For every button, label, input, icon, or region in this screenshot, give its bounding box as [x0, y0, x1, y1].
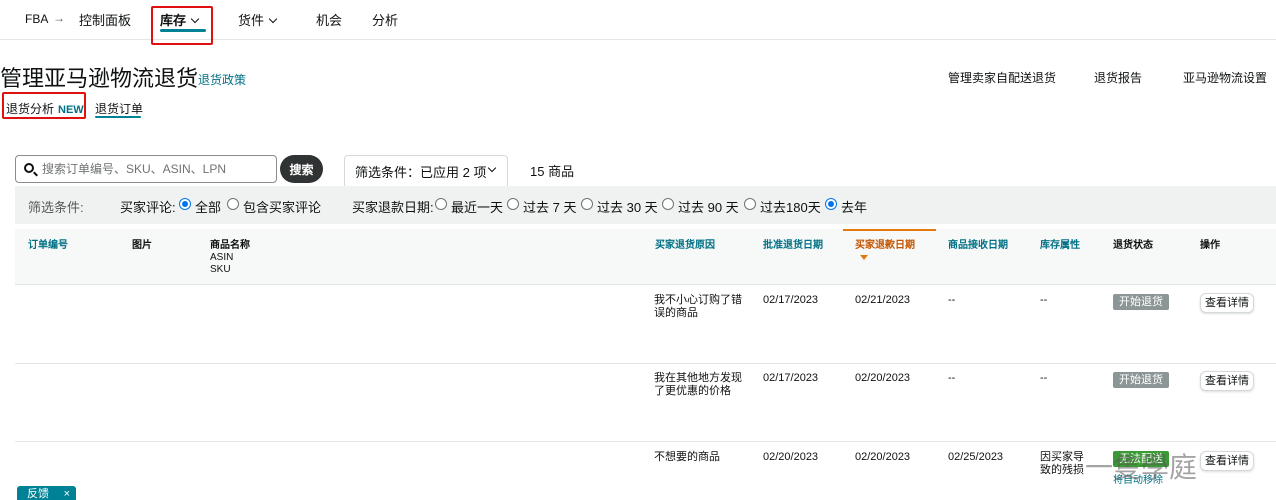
refund-date: 02/21/2023	[855, 294, 911, 306]
col-received-date[interactable]: 商品接收日期	[948, 240, 1008, 252]
table-header: 订单编号 图片 商品名称 ASIN SKU 买家退货原因 批准退货日期 买家退款…	[15, 229, 1276, 285]
return-reason: 不想要的商品	[654, 451, 720, 463]
radio-refund-180-days[interactable]	[744, 198, 756, 210]
nav-shipments-label: 货件	[238, 13, 265, 28]
status-badge: 开始退货	[1113, 372, 1169, 388]
col-action: 操作	[1200, 240, 1220, 251]
nav-analytics[interactable]: 分析	[372, 10, 398, 29]
approved-date: 02/17/2023	[763, 294, 819, 306]
refund-date: 02/20/2023	[855, 372, 911, 384]
feedback-tab[interactable]: 反馈 ×	[17, 486, 76, 500]
filter-bar-label: 筛选条件:	[28, 200, 84, 215]
inventory-attr: --	[1040, 372, 1048, 384]
fba-settings-link[interactable]: 亚马逊物流设置	[1183, 69, 1267, 86]
radio-review-all[interactable]	[179, 198, 191, 210]
item-count: 15 商品	[530, 164, 575, 179]
active-tab-underline	[95, 116, 141, 118]
return-policy-link[interactable]: 退货政策	[198, 71, 246, 88]
col-refund-date[interactable]: 买家退款日期	[855, 240, 915, 252]
nav-shipments[interactable]: 货件	[238, 10, 278, 29]
col-image: 图片	[132, 240, 152, 251]
return-reason: 我不小心订购了错误的商品	[654, 294, 742, 319]
radio-refund-7-days[interactable]	[507, 198, 519, 210]
nav-fba[interactable]: FBA	[25, 12, 48, 26]
radio-review-with-comments[interactable]	[227, 198, 239, 210]
chevron-down-icon	[268, 14, 278, 24]
filter-dropdown[interactable]: 筛选条件：已应用 2 项	[344, 155, 508, 187]
manage-mfn-returns-link[interactable]: 管理卖家自配送退货	[948, 69, 1056, 86]
nav-arrow-icon: →	[53, 11, 65, 25]
row-divider	[15, 363, 1276, 364]
return-reports-link[interactable]: 退货报告	[1094, 69, 1142, 86]
received-date: 02/25/2023	[948, 451, 1004, 463]
nav-dashboard[interactable]: 控制面板	[79, 10, 131, 29]
col-status: 退货状态	[1113, 240, 1153, 251]
col-sku-label: SKU	[210, 264, 231, 275]
received-date: --	[948, 372, 956, 384]
approved-date: 02/17/2023	[763, 372, 819, 384]
review-option-with-comments[interactable]: 包含买家评论	[243, 197, 321, 216]
chevron-down-icon	[487, 163, 497, 173]
col-asin-label: ASIN	[210, 252, 234, 263]
highlight-box-inventory	[151, 6, 213, 45]
approved-date: 02/20/2023	[763, 451, 819, 463]
inventory-attr: 因买家导致的残损	[1040, 451, 1084, 476]
col-product-name: 商品名称 ASIN SKU	[210, 240, 250, 276]
view-details-button[interactable]: 查看详情	[1200, 293, 1254, 313]
highlight-box-analysis	[2, 92, 86, 119]
col-order-id[interactable]: 订单编号	[28, 240, 68, 252]
radio-refund-last-day[interactable]	[435, 198, 447, 210]
search-button[interactable]: 搜索	[280, 155, 323, 183]
view-details-button[interactable]: 查看详情	[1200, 371, 1254, 391]
radio-refund-90-days[interactable]	[662, 198, 674, 210]
view-details-button[interactable]: 查看详情	[1200, 451, 1254, 471]
refund-option-90-days[interactable]: 过去 90 天	[678, 197, 739, 216]
tab-return-orders[interactable]: 退货订单	[95, 100, 143, 117]
refund-option-180-days[interactable]: 过去180天	[760, 197, 821, 216]
search-box	[15, 155, 277, 183]
review-filter-label: 买家评论:	[120, 200, 176, 215]
inventory-attr: --	[1040, 294, 1048, 306]
radio-refund-30-days[interactable]	[581, 198, 593, 210]
sort-descending-icon[interactable]	[860, 255, 868, 260]
col-inventory-attr[interactable]: 库存属性	[1040, 240, 1080, 252]
feedback-label: 反馈	[27, 488, 49, 500]
refund-option-30-days[interactable]: 过去 30 天	[597, 197, 658, 216]
review-option-all[interactable]: 全部	[195, 197, 221, 216]
search-input[interactable]	[42, 160, 272, 178]
close-icon[interactable]: ×	[64, 486, 70, 500]
col-approved-date[interactable]: 批准退货日期	[763, 240, 823, 252]
search-icon	[24, 163, 34, 173]
refund-date: 02/20/2023	[855, 451, 911, 463]
filter-bar: 筛选条件: 买家评论: 全部 包含买家评论 买家退款日期: 最近一天 过去 7 …	[15, 186, 1276, 224]
refund-option-last-day[interactable]: 最近一天	[451, 197, 503, 216]
received-date: --	[948, 294, 956, 306]
refund-date-label: 买家退款日期:	[352, 200, 434, 215]
watermark: 一隻學庭	[1085, 451, 1198, 484]
sorted-column-indicator	[843, 229, 936, 231]
col-return-reason[interactable]: 买家退货原因	[655, 240, 715, 252]
col-product-name-label: 商品名称	[210, 240, 250, 251]
refund-option-last-year[interactable]: 去年	[841, 197, 867, 216]
nav-opportunities[interactable]: 机会	[316, 10, 342, 29]
radio-refund-last-year[interactable]	[825, 198, 837, 210]
return-reason: 我在其他地方发现了更优惠的价格	[654, 372, 742, 397]
filter-dropdown-label: 筛选条件：已应用 2 项	[355, 165, 487, 180]
row-divider	[15, 441, 1276, 442]
page-title: 管理亚马逊物流退货	[0, 66, 199, 91]
refund-option-7-days[interactable]: 过去 7 天	[523, 197, 576, 216]
status-badge: 开始退货	[1113, 294, 1169, 310]
